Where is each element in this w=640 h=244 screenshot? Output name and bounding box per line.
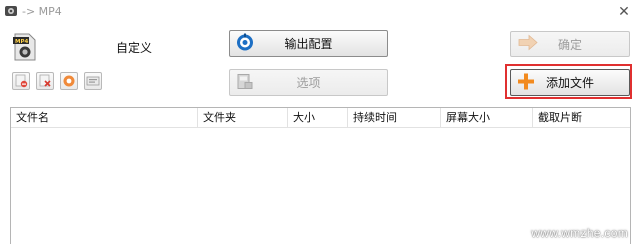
- format-label: 自定义: [116, 41, 153, 55]
- ok-label: 确定: [557, 37, 582, 52]
- close-button[interactable]: ✕: [614, 2, 634, 22]
- add-file-label: 添加文件: [545, 76, 594, 90]
- media-info-button[interactable]: [84, 72, 102, 90]
- play-button[interactable]: [60, 72, 78, 90]
- close-icon: ✕: [618, 4, 630, 20]
- clear-list-icon: [39, 74, 51, 87]
- title-bar: -> MP4 ✕: [0, 0, 640, 24]
- column-header-folder[interactable]: 文件夹: [198, 108, 288, 127]
- clear-list-button[interactable]: [36, 72, 54, 90]
- column-header-screen-size[interactable]: 屏幕大小: [441, 108, 533, 127]
- column-header-filename[interactable]: 文件名: [11, 108, 198, 127]
- column-header-size[interactable]: 大小: [288, 108, 348, 127]
- mp4-file-icon: MP4: [12, 32, 38, 62]
- remove-file-button[interactable]: [12, 72, 30, 90]
- column-header-clip[interactable]: 截取片断: [533, 108, 630, 127]
- remove-file-icon: [15, 74, 28, 88]
- options-label: 选项: [296, 76, 321, 90]
- file-list[interactable]: 文件名 文件夹 大小 持续时间 屏幕大小 截取片断: [10, 107, 631, 244]
- media-info-icon: [86, 76, 100, 86]
- svg-text:MP4: MP4: [15, 39, 29, 45]
- play-icon: [63, 75, 75, 87]
- column-header-duration[interactable]: 持续时间: [348, 108, 441, 127]
- app-icon: [4, 4, 18, 18]
- ok-button[interactable]: 确定: [510, 31, 630, 57]
- add-file-button[interactable]: 添加文件: [510, 69, 630, 96]
- watermark: www.wmzhe.com: [531, 226, 628, 240]
- window-title: -> MP4: [22, 5, 62, 18]
- output-config-label: 输出配置: [284, 37, 333, 51]
- file-list-header: 文件名 文件夹 大小 持续时间 屏幕大小 截取片断: [11, 108, 630, 128]
- output-config-button[interactable]: 输出配置: [229, 30, 388, 57]
- options-button[interactable]: 选项: [229, 69, 388, 96]
